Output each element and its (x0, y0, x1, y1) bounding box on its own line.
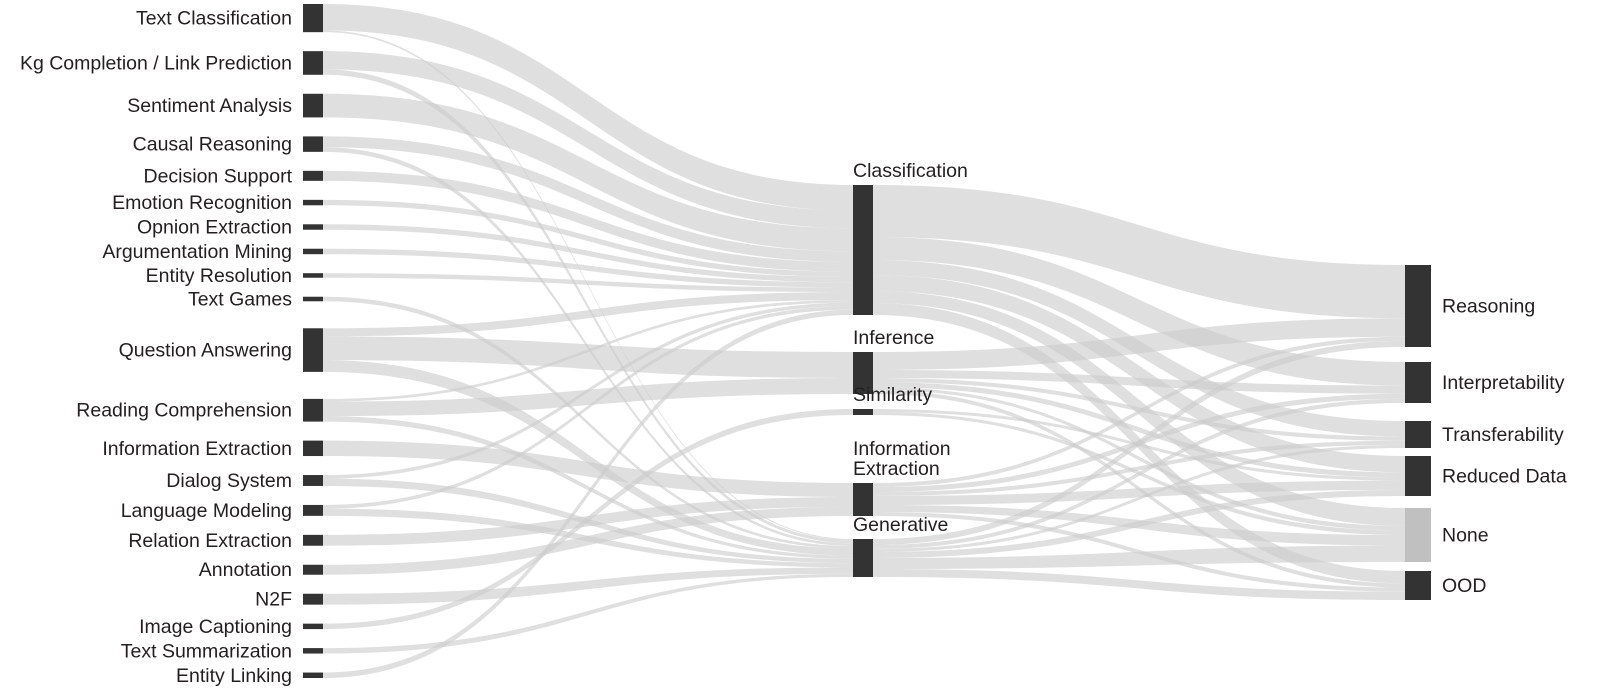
sankey-node-relation_extraction[interactable] (303, 534, 323, 546)
sankey-svg: Text Classification Kg Completion / Link … (20, 4, 1567, 687)
sankey-node-emotion_recognition[interactable] (303, 199, 323, 206)
sankey-node-language_modeling[interactable] (303, 504, 323, 516)
sankey-node-label-language_modeling: Language Modeling (121, 500, 292, 522)
links-type-to-goal (873, 185, 1405, 600)
sankey-link (323, 567, 853, 605)
sankey-node-annotation[interactable] (303, 564, 323, 575)
sankey-node-opnion_extraction[interactable] (303, 224, 323, 230)
sankey-node-label-image_captioning: Image Captioning (139, 616, 292, 638)
sankey-node-interpretability[interactable] (1405, 362, 1431, 403)
sankey-node-label-n2f: N2F (255, 589, 292, 611)
sankey-node-reduced_data[interactable] (1405, 456, 1431, 496)
sankey-node-label-decision_support: Decision Support (144, 165, 293, 187)
sankey-node-reading_comprehension[interactable] (303, 398, 323, 422)
sankey-node-label-text_summarization: Text Summarization (121, 640, 292, 662)
sankey-node-classification[interactable] (853, 185, 873, 315)
sankey-node-label-annotation: Annotation (199, 559, 292, 581)
sankey-node-label-reasoning: Reasoning (1442, 296, 1535, 318)
sankey-node-label-classification: Classification (853, 160, 968, 182)
sankey-node-label-text_classification: Text Classification (136, 8, 292, 30)
sankey-node-label-dialog_system: Dialog System (166, 470, 292, 492)
sankey-node-label-interpretability: Interpretability (1442, 372, 1565, 394)
sankey-node-text_summarization[interactable] (303, 648, 323, 654)
sankey-node-label-reduced_data: Reduced Data (1442, 466, 1567, 488)
sankey-node-information_extraction_mid[interactable] (853, 483, 873, 516)
links-task-to-type (323, 4, 853, 678)
sankey-node-text_games[interactable] (303, 296, 323, 302)
sankey-node-label-sentiment_analysis: Sentiment Analysis (127, 95, 292, 117)
sankey-node-label-transferability: Transferability (1442, 424, 1564, 446)
sankey-node-label-none: None (1442, 525, 1489, 547)
sankey-node-label-similarity: Similarity (853, 384, 932, 406)
sankey-node-label-text_games: Text Games (188, 289, 292, 311)
sankey-node-image_captioning[interactable] (303, 623, 323, 630)
sankey-node-causal_reasoning[interactable] (303, 136, 323, 152)
sankey-node-label-relation_extraction: Relation Extraction (128, 530, 292, 552)
sankey-node-entity_resolution[interactable] (303, 273, 323, 278)
sankey-node-sentiment_analysis[interactable] (303, 93, 323, 118)
sankey-node-label-ood: OOD (1442, 575, 1486, 597)
sankey-node-label-argumentation_mining: Argumentation Mining (102, 241, 292, 263)
sankey-node-argumentation_mining[interactable] (303, 248, 323, 255)
sankey-node-decision_support[interactable] (303, 170, 323, 181)
sankey-node-label-opnion_extraction: Opnion Extraction (137, 217, 292, 239)
sankey-node-information_extraction[interactable] (303, 440, 323, 457)
sankey-node-label-entity_linking: Entity Linking (176, 665, 292, 687)
sankey-node-label-generative: Generative (853, 514, 948, 536)
sankey-node-label-entity_resolution: Entity Resolution (146, 265, 292, 287)
sankey-node-label-information_extraction: Information Extraction (102, 438, 292, 460)
sankey-node-dialog_system[interactable] (303, 475, 323, 486)
sankey-node-none[interactable] (1405, 508, 1431, 562)
sankey-node-ood[interactable] (1405, 571, 1431, 600)
sankey-node-text_classification[interactable] (303, 4, 323, 33)
sankey-node-reasoning[interactable] (1405, 265, 1431, 347)
sankey-node-label-kg_completion: Kg Completion / Link Prediction (20, 52, 292, 74)
sankey-node-transferability[interactable] (1405, 421, 1431, 448)
sankey-node-question_answering[interactable] (303, 328, 323, 372)
sankey-node-label-question_answering: Question Answering (119, 340, 292, 362)
sankey-node-label-inference: Inference (853, 327, 934, 349)
sankey-node-label-information_extraction_mid: Information Extraction (853, 438, 951, 480)
sankey-node-entity_linking[interactable] (303, 672, 323, 678)
sankey-node-kg_completion[interactable] (303, 51, 323, 75)
sankey-node-generative[interactable] (853, 539, 873, 577)
sankey-node-n2f[interactable] (303, 593, 323, 605)
sankey-figure: Text Classification Kg Completion / Link … (0, 0, 1624, 700)
sankey-node-similarity[interactable] (853, 409, 873, 415)
sankey-node-label-emotion_recognition: Emotion Recognition (112, 192, 292, 214)
sankey-node-label-causal_reasoning: Causal Reasoning (133, 134, 292, 156)
sankey-node-label-reading_comprehension: Reading Comprehension (76, 400, 292, 422)
